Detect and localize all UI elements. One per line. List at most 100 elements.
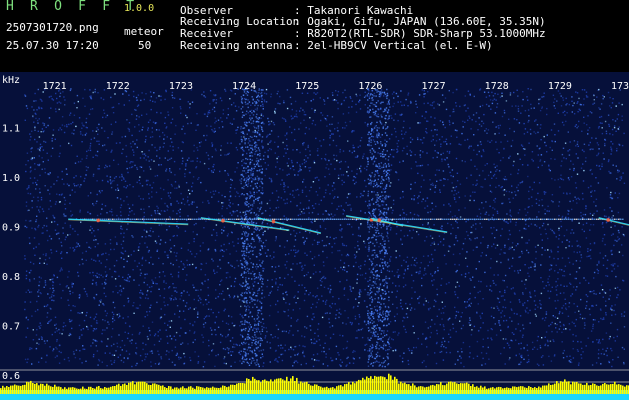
noise-pixel [167, 324, 169, 326]
noise-pixel [386, 287, 388, 289]
noise-pixel [293, 230, 295, 232]
noise-pixel [413, 346, 415, 349]
noise-pixel [413, 195, 416, 197]
noise-pixel [58, 237, 60, 240]
noise-pixel [61, 116, 64, 118]
noise-pixel [174, 313, 176, 315]
noise-pixel [79, 186, 81, 188]
noise-pixel [522, 327, 525, 330]
noise-pixel [106, 212, 108, 214]
noise-pixel [346, 196, 349, 199]
noise-pixel [208, 353, 210, 356]
noise-pixel [390, 206, 392, 209]
noise-pixel [411, 138, 414, 141]
noise-pixel [153, 344, 156, 346]
noise-pixel [329, 312, 331, 314]
noise-pixel [422, 224, 424, 226]
noise-pixel [200, 181, 202, 184]
noise-pixel [64, 203, 66, 205]
noise-pixel [85, 250, 87, 253]
noise-pixel [470, 128, 472, 130]
noise-pixel [274, 266, 277, 268]
noise-pixel [309, 150, 311, 152]
noise-pixel [169, 192, 172, 194]
noise-pixel [105, 275, 107, 277]
noise-pixel [46, 263, 48, 265]
noise-pixel [426, 346, 428, 348]
noise-pixel [41, 232, 43, 234]
noise-pixel [478, 260, 480, 263]
noise-pixel [530, 196, 533, 198]
noise-pixel [148, 197, 150, 199]
noise-pixel [325, 153, 327, 156]
noise-pixel [230, 316, 233, 318]
noise-pixel [29, 348, 31, 351]
noise-pixel [282, 226, 284, 229]
noise-pixel [68, 360, 70, 362]
noise-pixel [314, 203, 317, 205]
noise-pixel [63, 196, 66, 199]
noise-pixel [327, 365, 329, 367]
noise-pixel [56, 223, 59, 226]
noise-pixel [543, 95, 545, 98]
noise-pixel [316, 301, 318, 304]
noise-pixel [119, 206, 122, 209]
noise-pixel [302, 267, 304, 270]
noise-pixel [33, 247, 35, 250]
noise-pixel [148, 327, 150, 329]
noise-pixel [534, 313, 537, 316]
noise-pixel [193, 332, 195, 334]
noise-pixel [89, 142, 92, 145]
noise-pixel [158, 212, 161, 215]
noise-pixel [227, 352, 230, 354]
noise-pixel [219, 259, 221, 261]
noise-pixel [85, 132, 88, 135]
noise-pixel [480, 143, 482, 146]
noise-pixel [165, 282, 167, 284]
noise-pixel [366, 294, 369, 296]
noise-pixel [581, 192, 584, 195]
noise-pixel [554, 158, 556, 160]
noise-pixel [183, 290, 185, 292]
noise-pixel [125, 155, 128, 158]
noise-pixel [603, 234, 606, 236]
noise-pixel [166, 126, 168, 128]
noise-pixel [410, 167, 413, 170]
noise-pixel [427, 327, 429, 329]
noise-pixel [196, 211, 198, 213]
noise-pixel [152, 100, 154, 103]
noise-pixel [54, 316, 57, 318]
noise-pixel [136, 139, 138, 141]
noise-pixel [578, 267, 581, 269]
noise-pixel [392, 209, 394, 212]
noise-pixel [513, 91, 515, 94]
noise-pixel [167, 256, 169, 259]
noise-pixel [75, 185, 78, 187]
noise-pixel [217, 200, 220, 203]
noise-pixel [568, 261, 571, 264]
noise-pixel [404, 270, 406, 272]
noise-pixel [232, 212, 235, 214]
noise-pixel [615, 105, 617, 107]
noise-pixel [566, 103, 568, 105]
noise-pixel [585, 307, 587, 309]
noise-pixel [211, 108, 214, 111]
noise-pixel [367, 222, 369, 224]
noise-pixel [59, 95, 61, 98]
noise-pixel [378, 320, 380, 322]
noise-pixel [593, 292, 595, 295]
noise-pixel [314, 342, 316, 345]
noise-pixel [221, 99, 223, 102]
noise-pixel [425, 300, 427, 302]
noise-pixel [312, 313, 315, 315]
noise-pixel [85, 174, 87, 177]
noise-pixel [597, 353, 600, 355]
noise-pixel [596, 339, 598, 341]
noise-pixel [364, 349, 366, 351]
noise-pixel [55, 250, 58, 252]
noise-pixel [111, 133, 113, 135]
noise-pixel [172, 235, 174, 237]
noise-pixel [365, 185, 367, 188]
noise-pixel [417, 172, 419, 175]
noise-pixel [294, 174, 296, 176]
